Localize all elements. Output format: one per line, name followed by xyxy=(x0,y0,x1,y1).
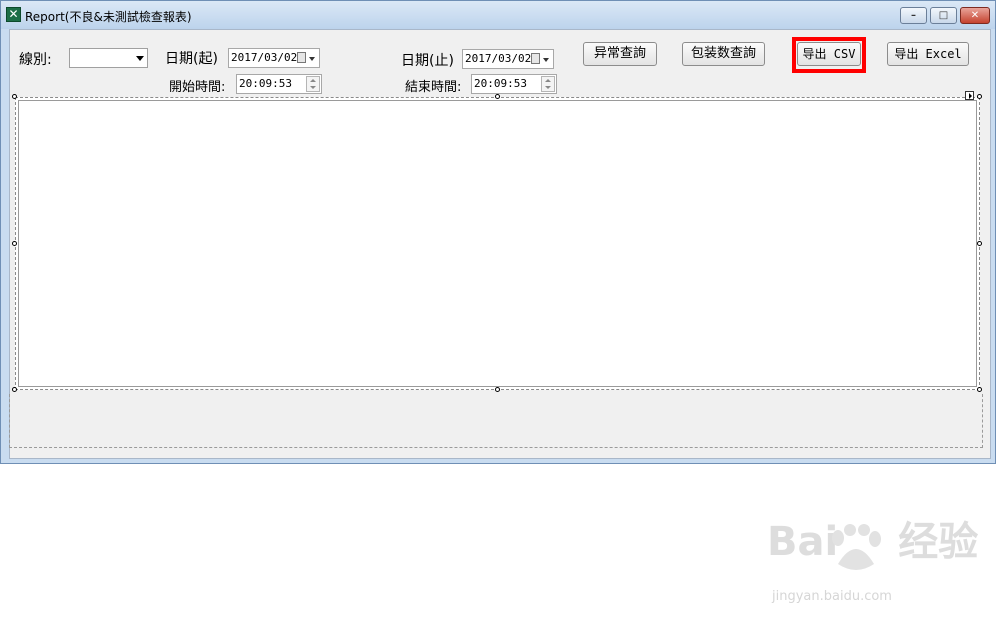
bottom-panel-frame xyxy=(9,394,983,448)
abnormal-query-button[interactable]: 异常查詢 xyxy=(583,42,657,66)
data-grid-body xyxy=(18,100,977,387)
resize-handle[interactable] xyxy=(977,387,982,392)
package-count-query-button[interactable]: 包装数查詢 xyxy=(682,42,765,66)
maximize-button[interactable]: □ xyxy=(930,7,957,24)
chevron-down-icon[interactable] xyxy=(136,56,144,61)
calendar-icon[interactable] xyxy=(531,53,540,64)
line-combobox[interactable] xyxy=(69,48,148,68)
spin-button[interactable] xyxy=(541,76,555,92)
watermark-brand-suffix: 经验 xyxy=(898,519,979,565)
date-start-label: 日期(起) xyxy=(165,51,218,67)
spin-down-icon[interactable] xyxy=(310,86,316,89)
line-label: 線別: xyxy=(19,52,52,68)
resize-handle[interactable] xyxy=(977,241,982,246)
resize-handle[interactable] xyxy=(12,387,17,392)
data-grid[interactable] xyxy=(15,97,980,390)
spin-up-icon[interactable] xyxy=(310,79,316,82)
start-time-label: 開始時間: xyxy=(169,80,226,95)
close-button[interactable]: ✕ xyxy=(960,7,990,24)
end-time-value: 20:09:53 xyxy=(474,77,527,90)
title-bar[interactable]: ✕ Report(不良&未測試檢查報表) – □ ✕ xyxy=(1,1,995,29)
watermark-url: jingyan.baidu.com xyxy=(772,589,892,604)
highlight-box xyxy=(792,37,866,73)
resize-handle[interactable] xyxy=(495,94,500,99)
window-title: Report(不良&未測試檢查報表) xyxy=(25,10,192,24)
resize-handle[interactable] xyxy=(977,94,982,99)
date-end-picker[interactable]: 2017/03/02 xyxy=(462,49,554,69)
dropdown-arrow-icon[interactable] xyxy=(309,57,315,61)
paw-icon xyxy=(832,524,881,570)
date-end-value: 2017/03/02 xyxy=(465,52,532,65)
date-start-picker[interactable]: 2017/03/02 xyxy=(228,48,320,68)
date-start-value: 2017/03/02 xyxy=(231,51,298,64)
spin-down-icon[interactable] xyxy=(545,86,551,89)
minimize-button[interactable]: – xyxy=(900,7,927,24)
dropdown-arrow-icon[interactable] xyxy=(543,58,549,62)
export-excel-button[interactable]: 导出 Excel xyxy=(887,42,969,66)
smart-tag-icon[interactable] xyxy=(965,91,974,100)
app-icon: ✕ xyxy=(6,7,21,22)
spin-button[interactable] xyxy=(306,76,320,92)
spin-up-icon[interactable] xyxy=(545,79,551,82)
report-window: ✕ Report(不良&未測試檢查報表) – □ ✕ 線別: 日期(起) 201… xyxy=(0,0,996,464)
start-time-value: 20:09:53 xyxy=(239,77,292,90)
resize-handle[interactable] xyxy=(12,94,17,99)
calendar-icon[interactable] xyxy=(297,52,306,63)
start-time-picker[interactable]: 20:09:53 xyxy=(236,74,322,94)
end-time-label: 結束時間: xyxy=(405,80,462,95)
end-time-picker[interactable]: 20:09:53 xyxy=(471,74,557,94)
resize-handle[interactable] xyxy=(495,387,500,392)
resize-handle[interactable] xyxy=(12,241,17,246)
date-end-label: 日期(止) xyxy=(401,53,454,69)
